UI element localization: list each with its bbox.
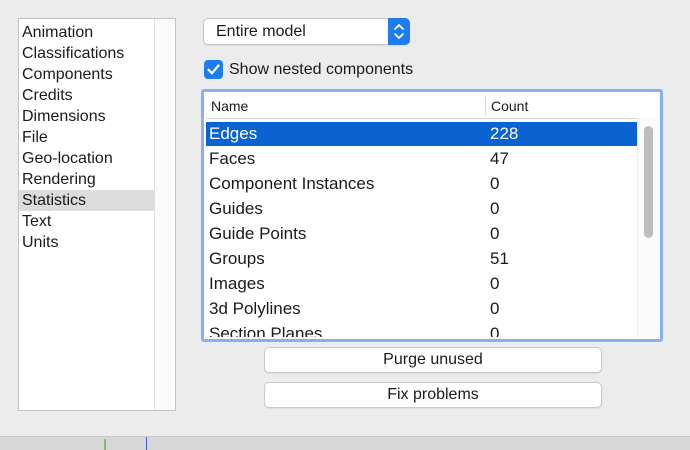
checkmark-icon [207, 64, 220, 75]
table-row[interactable]: Images 0 [206, 272, 641, 296]
sidebar-item-credits[interactable]: Credits [19, 85, 156, 106]
row-count: 0 [490, 199, 500, 218]
row-name: Component Instances [209, 174, 375, 193]
row-count: 0 [490, 324, 500, 337]
row-count: 228 [490, 124, 519, 143]
row-name: Images [209, 274, 265, 293]
sidebar-scrollbar[interactable] [154, 19, 175, 410]
table-row[interactable]: Component Instances 0 [206, 172, 641, 196]
scope-dropdown[interactable]: Entire model [203, 18, 410, 45]
row-name: Guide Points [209, 224, 307, 243]
sidebar-item-animation[interactable]: Animation [19, 22, 156, 43]
row-count: 0 [490, 299, 500, 318]
row-name: Section Planes [209, 324, 323, 337]
row-count: 0 [490, 224, 500, 243]
row-name: Guides [209, 199, 263, 218]
table-row[interactable]: Groups 51 [206, 247, 641, 271]
category-list[interactable]: Animation Classifications Components Cre… [18, 18, 176, 411]
sidebar-item-dimensions[interactable]: Dimensions [19, 106, 156, 127]
sidebar-item-file[interactable]: File [19, 127, 156, 148]
table-header: Name Count [206, 94, 658, 119]
sidebar-item-rendering[interactable]: Rendering [19, 169, 156, 190]
up-down-chevron-icon[interactable] [388, 18, 410, 45]
table-row[interactable]: Guide Points 0 [206, 222, 641, 246]
row-count: 0 [490, 274, 500, 293]
viewport-edge [0, 436, 690, 450]
purge-unused-button[interactable]: Purge unused [264, 347, 602, 373]
table-row[interactable]: Guides 0 [206, 197, 641, 221]
row-count: 51 [490, 249, 509, 268]
show-nested-label: Show nested components [229, 61, 414, 78]
sidebar-item-geo-location[interactable]: Geo-location [19, 148, 156, 169]
row-count: 0 [490, 174, 500, 193]
sidebar-item-units[interactable]: Units [19, 232, 156, 253]
column-header-name[interactable]: Name [211, 94, 248, 118]
table-row[interactable]: Faces 47 [206, 147, 641, 171]
table-scrollbar[interactable] [637, 118, 658, 337]
column-divider [485, 97, 486, 115]
table-row[interactable]: 3d Polylines 0 [206, 297, 641, 321]
statistics-table: Name Count Edges 228 Faces 47 Component … [201, 89, 663, 342]
row-name: Groups [209, 249, 265, 268]
row-count: 47 [490, 149, 509, 168]
sidebar-item-classifications[interactable]: Classifications [19, 43, 156, 64]
sidebar-item-components[interactable]: Components [19, 64, 156, 85]
sidebar-item-text[interactable]: Text [19, 211, 156, 232]
column-header-count[interactable]: Count [491, 94, 528, 118]
row-name: Edges [209, 124, 258, 143]
table-row[interactable]: Edges 228 [206, 122, 641, 146]
scrollbar-thumb[interactable] [644, 126, 653, 238]
show-nested-checkbox[interactable] [204, 60, 223, 79]
row-name: 3d Polylines [209, 299, 301, 318]
sidebar-item-statistics[interactable]: Statistics [19, 190, 156, 211]
model-info-panel: Animation Classifications Components Cre… [0, 0, 690, 436]
axis-line-green [104, 439, 106, 450]
row-name: Faces [209, 149, 256, 168]
scope-dropdown-value: Entire model [216, 23, 306, 40]
axis-line-blue [146, 437, 147, 450]
table-row[interactable]: Section Planes 0 [206, 322, 641, 337]
fix-problems-button[interactable]: Fix problems [264, 382, 602, 408]
